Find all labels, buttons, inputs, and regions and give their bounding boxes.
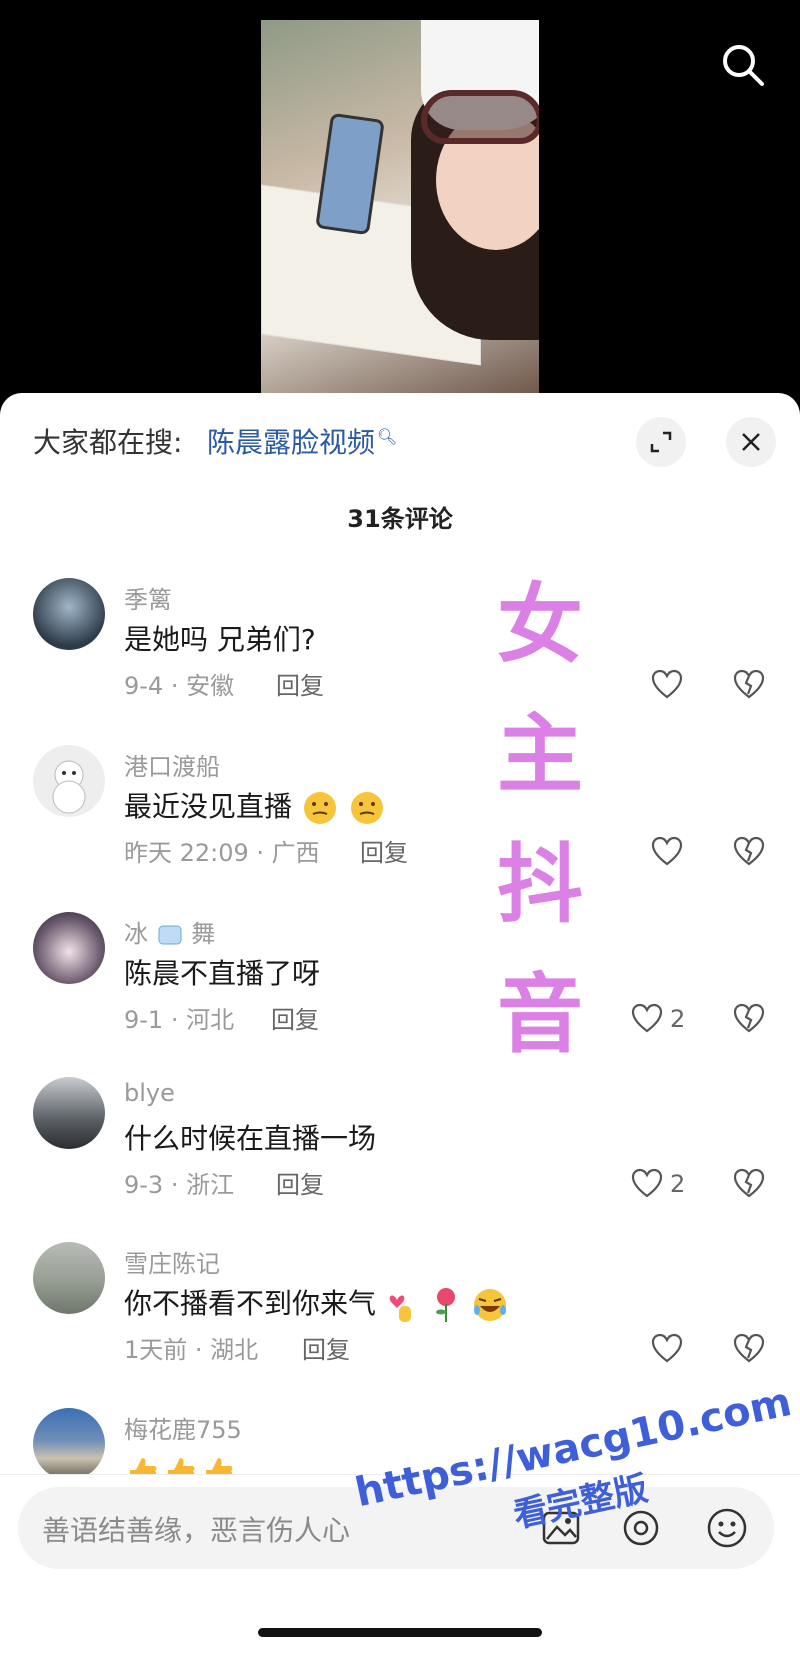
avatar[interactable] [33, 912, 105, 984]
overlay-watermark: 女 主 抖 音 [490, 560, 590, 1080]
comment-meta: 9-1 · 河北 [124, 1006, 235, 1034]
video-thumbnail[interactable] [261, 20, 539, 400]
home-indicator[interactable] [258, 1628, 542, 1637]
like-button[interactable] [650, 1332, 684, 1366]
comment-text: 最近没见直播 [124, 785, 386, 827]
heart-icon [631, 1168, 663, 1198]
heart-icon [631, 1003, 663, 1033]
dislike-button[interactable] [732, 668, 766, 702]
comment-text: 什么时候在直播一场 [124, 1122, 377, 1155]
glasses-illustration [421, 90, 539, 144]
comment-username[interactable]: 雪庄陈记 [124, 1244, 220, 1279]
reply-button[interactable]: 回复 [271, 1000, 319, 1035]
sheet-header: 大家都在搜: 陈晨露脸视频 🔍︎ [0, 393, 800, 483]
avatar[interactable] [33, 578, 105, 650]
comment-username-text: 冰 [124, 920, 148, 948]
comment-text [124, 1452, 238, 1474]
comment-input-placeholder: 善语结善缘，恶言伤人心 [42, 1514, 351, 1547]
overlay-char: 主 [497, 705, 583, 805]
broken-heart-icon [733, 836, 765, 866]
thumbs-up-emoji [130, 1458, 157, 1474]
reply-button[interactable]: 回复 [360, 833, 408, 868]
search-small-icon: 🔍︎ [377, 426, 398, 446]
search-icon[interactable] [718, 40, 768, 90]
comment-item: 雪庄陈记 你不播看不到你来气 1天前 · 湖北 回复 [0, 1242, 800, 1392]
comment-username[interactable]: blye [124, 1079, 175, 1107]
rose-emoji [435, 1288, 455, 1322]
comment-text: 陈晨不直播了呀 [124, 957, 321, 990]
comment-item: 冰 舞 陈晨不直播了呀 9-1 · 河北 回复 2 [0, 912, 800, 1062]
hot-search-link[interactable]: 陈晨露脸视频 🔍︎ [207, 421, 397, 461]
broken-heart-icon [733, 1003, 765, 1033]
ice-cube-icon [158, 925, 182, 945]
comment-text-content: 你不播看不到你来气 [124, 1287, 377, 1320]
dislike-button[interactable] [732, 1002, 766, 1036]
comment-text-content: 最近没见直播 [124, 790, 293, 823]
thumbs-up-emoji [206, 1458, 233, 1474]
comment-count: 31条评论 [347, 505, 453, 533]
like-count: 2 [670, 1170, 686, 1198]
comment-username[interactable]: 季篱 [124, 580, 172, 615]
heart-icon [651, 669, 683, 699]
reply-button[interactable]: 回复 [276, 666, 324, 701]
comment-username[interactable]: 冰 舞 [124, 914, 215, 949]
emoji-picker-icon[interactable] [704, 1505, 750, 1551]
comment-item: 港口渡船 最近没见直播 昨天 22:09 · 广西 回复 [0, 745, 800, 895]
comment-meta: 9-3 · 浙江 [124, 1171, 235, 1199]
avatar[interactable] [33, 1242, 105, 1314]
like-button[interactable] [650, 668, 684, 702]
thinking-face-emoji [350, 792, 383, 824]
comment-item: blye 什么时候在直播一场 9-3 · 浙江 回复 2 [0, 1077, 800, 1227]
comment-meta: 昨天 22:09 · 广西 [124, 839, 320, 867]
reply-button[interactable]: 回复 [302, 1330, 350, 1365]
dislike-button[interactable] [732, 1167, 766, 1201]
comment-username[interactable]: 港口渡船 [124, 747, 220, 782]
reply-button[interactable]: 回复 [276, 1165, 324, 1200]
close-button[interactable] [726, 417, 776, 467]
comment-username-suffix: 舞 [191, 920, 216, 948]
heart-icon [651, 1333, 683, 1363]
comment-meta: 9-4 · 安徽 [124, 672, 235, 700]
like-count: 2 [670, 1005, 686, 1033]
laughing-tears-emoji [473, 1289, 506, 1321]
hot-search-prefix: 大家都在搜: [33, 426, 183, 459]
comment-text: 是她吗 兄弟们? [124, 623, 316, 656]
video-player[interactable] [0, 0, 800, 400]
overlay-char: 抖 [497, 835, 583, 935]
thumbs-up-emoji [168, 1458, 195, 1474]
broken-heart-icon [733, 1168, 765, 1198]
comment-username[interactable]: 梅花鹿755 [124, 1410, 242, 1445]
expand-button[interactable] [636, 417, 686, 467]
close-icon [742, 433, 760, 451]
avatar[interactable] [33, 1077, 105, 1149]
overlay-char: 女 [497, 575, 583, 675]
broken-heart-icon [733, 669, 765, 699]
comment-text: 你不播看不到你来气 [124, 1282, 509, 1324]
overlay-char: 音 [497, 965, 583, 1065]
finger-heart-emoji [389, 1295, 411, 1322]
like-button[interactable]: 2 [630, 1002, 685, 1036]
hot-search-query: 陈晨露脸视频 [207, 426, 376, 459]
avatar[interactable] [33, 1408, 105, 1474]
like-button[interactable] [650, 835, 684, 869]
like-button[interactable]: 2 [630, 1167, 685, 1201]
dislike-button[interactable] [732, 835, 766, 869]
comment-meta: 1天前 · 湖北 [124, 1336, 259, 1364]
comment-item: 季篱 是她吗 兄弟们? 9-4 · 安徽 回复 [0, 578, 800, 728]
heart-icon [651, 836, 683, 866]
expand-icon [650, 431, 672, 453]
avatar[interactable] [33, 745, 105, 817]
thinking-face-emoji [303, 792, 336, 824]
